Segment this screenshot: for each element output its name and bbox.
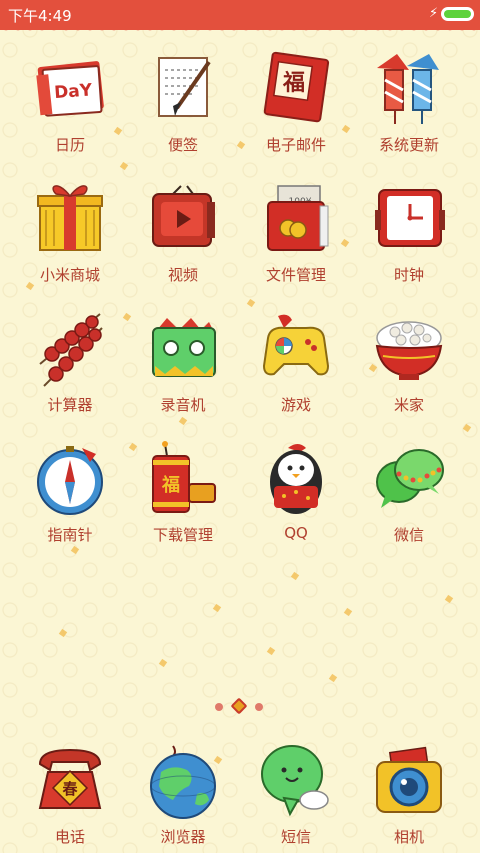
app-video[interactable]: 视频 xyxy=(128,180,238,285)
svg-text:福: 福 xyxy=(161,474,180,496)
gamepad-icon xyxy=(256,310,336,390)
firecracker-download-icon: 福 xyxy=(143,440,223,520)
notes-icon xyxy=(143,50,223,130)
svg-text:DaY: DaY xyxy=(54,80,94,103)
video-tv-icon xyxy=(143,180,223,260)
wechat-icon xyxy=(369,440,449,520)
app-qq[interactable]: QQ xyxy=(241,440,351,542)
app-label: 电子邮件 xyxy=(265,136,326,154)
battery-icon xyxy=(441,7,474,21)
app-label: 时钟 xyxy=(393,266,424,284)
page-dot-current[interactable] xyxy=(230,697,248,715)
app-games[interactable]: 游戏 xyxy=(241,310,351,415)
app-label: 便签 xyxy=(167,136,198,154)
message-bubble-icon xyxy=(256,742,336,822)
app-calendar[interactable]: DaY 日历 xyxy=(15,50,125,155)
app-mi-store[interactable]: 小米商城 xyxy=(15,180,125,285)
page-indicator[interactable] xyxy=(215,697,265,715)
gift-box-icon xyxy=(30,180,110,260)
firecracker-update-icon xyxy=(369,50,449,130)
recorder-icon xyxy=(143,310,223,390)
app-label: QQ xyxy=(284,524,308,542)
phone-icon: 春 xyxy=(30,742,110,822)
svg-text:福: 福 xyxy=(282,71,305,96)
browser-globe-icon xyxy=(143,742,223,822)
app-label: 小米商城 xyxy=(39,266,100,284)
status-bar-scallop-edge xyxy=(0,24,480,36)
app-label: 日历 xyxy=(54,136,85,154)
app-label: 电话 xyxy=(54,828,85,846)
app-label: 下载管理 xyxy=(152,526,213,544)
app-compass[interactable]: 指南针 xyxy=(15,440,125,545)
red-envelope-folder-icon: 100¥ xyxy=(256,180,336,260)
app-label: 短信 xyxy=(280,828,311,846)
calendar-icon: DaY xyxy=(30,50,110,130)
app-clock[interactable]: 时钟 xyxy=(354,180,464,285)
status-time: 下午4:49 xyxy=(8,7,72,25)
dock-app-browser[interactable]: 浏览器 xyxy=(128,742,238,847)
app-system-update[interactable]: 系统更新 xyxy=(354,50,464,155)
charging-icon: ⚡ xyxy=(429,6,439,21)
status-bar: 下午4:49 ⚡ xyxy=(0,0,480,36)
svg-text:春: 春 xyxy=(62,780,77,798)
app-label: 系统更新 xyxy=(378,136,439,154)
app-email[interactable]: 福 电子邮件 xyxy=(241,50,351,155)
rice-bowl-icon xyxy=(369,310,449,390)
camera-icon xyxy=(369,742,449,822)
app-mi-home[interactable]: 米家 xyxy=(354,310,464,415)
app-label: 米家 xyxy=(393,396,424,414)
app-label: 视频 xyxy=(167,266,198,284)
app-label: 计算器 xyxy=(47,396,93,414)
app-recorder[interactable]: 录音机 xyxy=(128,310,238,415)
app-notes[interactable]: 便签 xyxy=(128,50,238,155)
candied-haws-icon xyxy=(30,310,110,390)
compass-icon xyxy=(30,440,110,520)
dock-app-phone[interactable]: 春 电话 xyxy=(15,742,125,847)
app-wechat[interactable]: 微信 xyxy=(354,440,464,545)
page-dot[interactable] xyxy=(255,703,263,711)
app-label: 相机 xyxy=(393,828,424,846)
qq-penguin-icon xyxy=(256,440,336,520)
clock-icon xyxy=(369,180,449,260)
dock-app-camera[interactable]: 相机 xyxy=(354,742,464,847)
app-label: 浏览器 xyxy=(160,828,206,846)
app-label: 微信 xyxy=(393,526,424,544)
app-calculator[interactable]: 计算器 xyxy=(15,310,125,415)
email-icon: 福 xyxy=(256,50,336,130)
app-label: 录音机 xyxy=(160,396,206,414)
page-dot[interactable] xyxy=(215,703,223,711)
app-download-manager[interactable]: 福 下载管理 xyxy=(128,440,238,545)
dock-app-messages[interactable]: 短信 xyxy=(241,742,351,847)
app-label: 指南针 xyxy=(47,526,93,544)
app-file-manager[interactable]: 100¥ 文件管理 xyxy=(241,180,351,285)
app-label: 游戏 xyxy=(280,396,311,414)
app-label: 文件管理 xyxy=(265,266,326,284)
